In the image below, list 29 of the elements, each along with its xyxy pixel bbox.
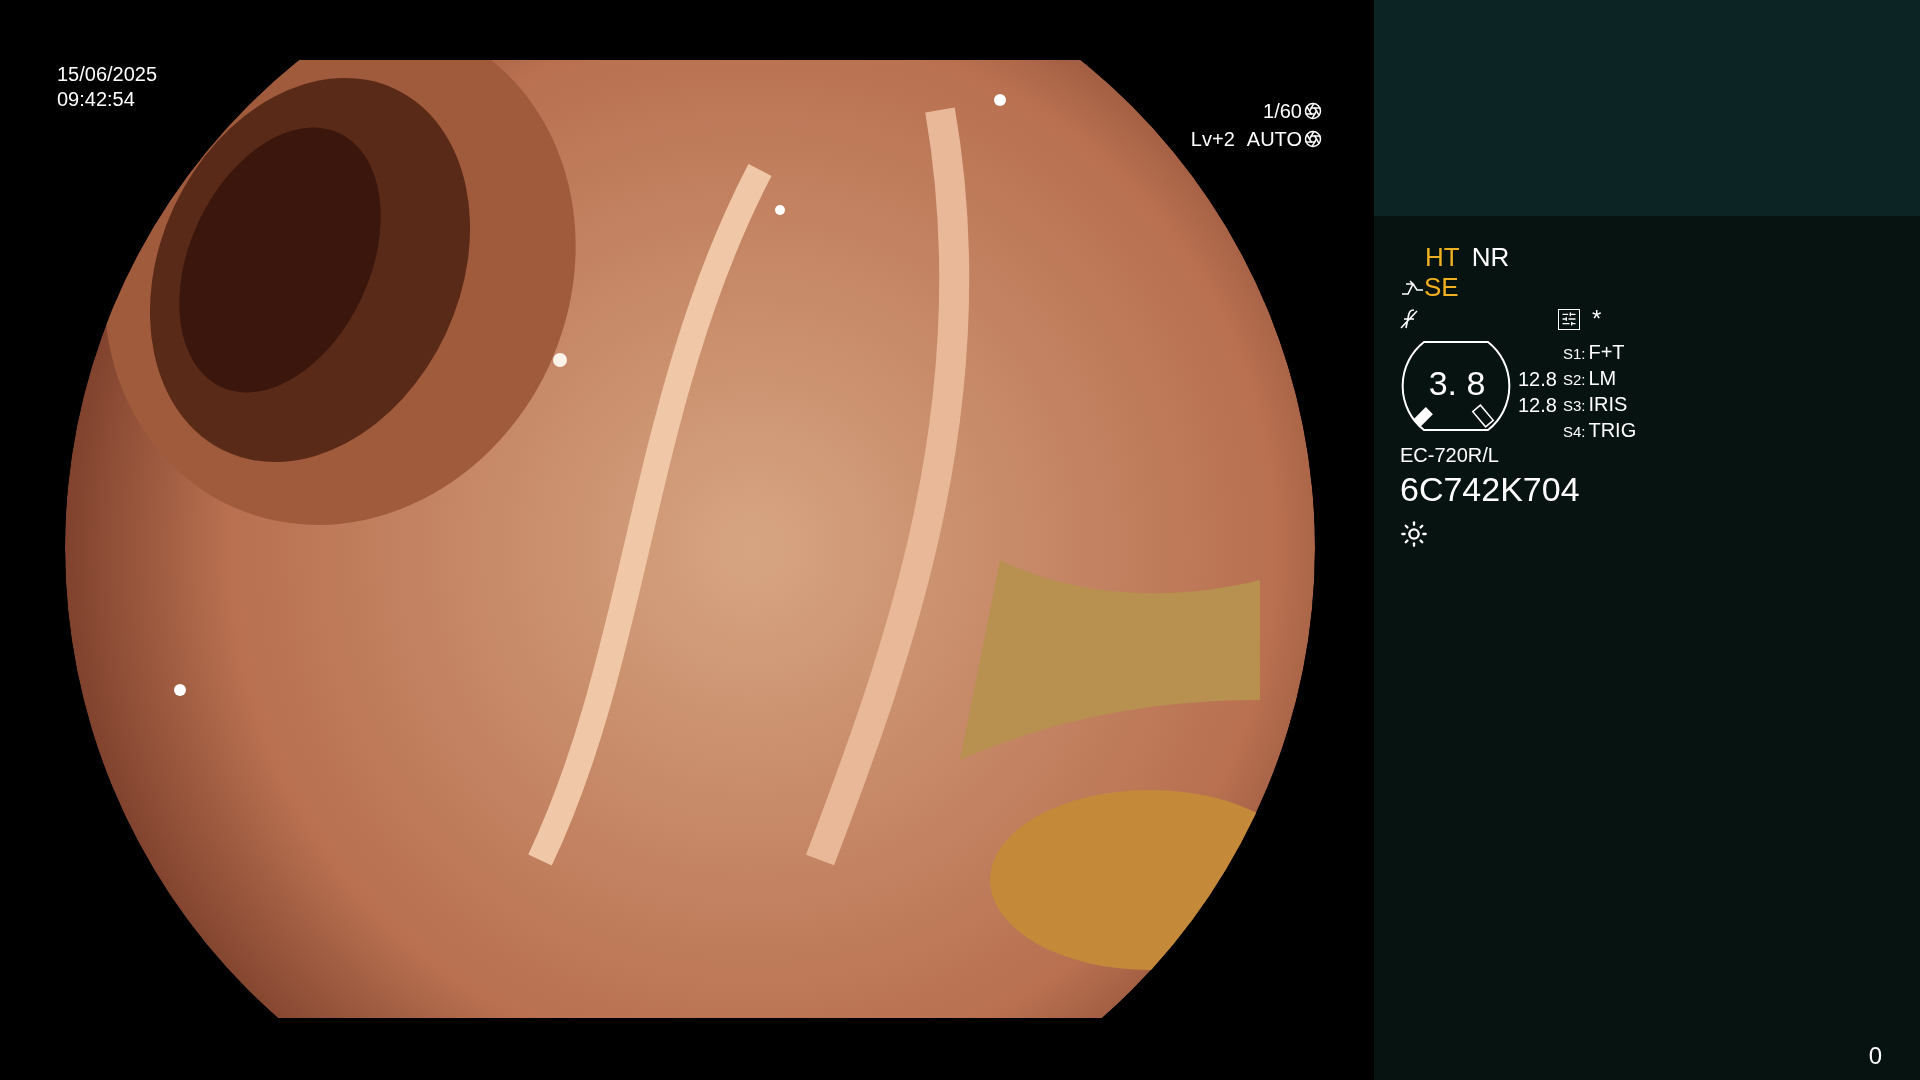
switch-key: S4: [1562, 419, 1586, 444]
iris-mode-text: AUTO [1246, 127, 1302, 152]
reading-text: 12.8 [1518, 367, 1557, 392]
mode-indicator: HT [1425, 242, 1460, 272]
scope-model-text: EC-720R/L [1400, 443, 1500, 468]
counter-text: 0 [1868, 1041, 1882, 1071]
enhancement-indicator: SE [1424, 272, 1459, 302]
brightness-level-text: Lv+2 [1190, 127, 1235, 152]
aperture-icon [1304, 130, 1322, 148]
switch-function: F+T [1588, 340, 1625, 365]
switch-key: S2: [1562, 367, 1586, 392]
reading-text: 12.8 [1518, 393, 1557, 418]
serial-number-text: 6C742K704 [1400, 469, 1581, 510]
time-text: 09:42:54 [57, 87, 136, 112]
struck-f-icon [1400, 308, 1418, 330]
switch-key: S3: [1562, 393, 1586, 418]
marker-text: * [1592, 304, 1602, 334]
date-text: 15/06/2025 [57, 62, 158, 87]
aperture-icon [1304, 102, 1322, 120]
switch-function: LM [1588, 366, 1617, 391]
sliders-icon [1558, 308, 1580, 330]
switch-function: TRIG [1588, 418, 1637, 443]
switch-function: IRIS [1588, 392, 1628, 417]
shutter-speed-text: 1/60 [1263, 99, 1302, 124]
switch-key: S1: [1562, 341, 1586, 366]
mode-indicator: NR [1471, 242, 1510, 272]
gauge-value: 3. 8 [1428, 362, 1486, 404]
scope-bend-icon [1400, 278, 1424, 298]
lamp-icon [1400, 520, 1428, 548]
